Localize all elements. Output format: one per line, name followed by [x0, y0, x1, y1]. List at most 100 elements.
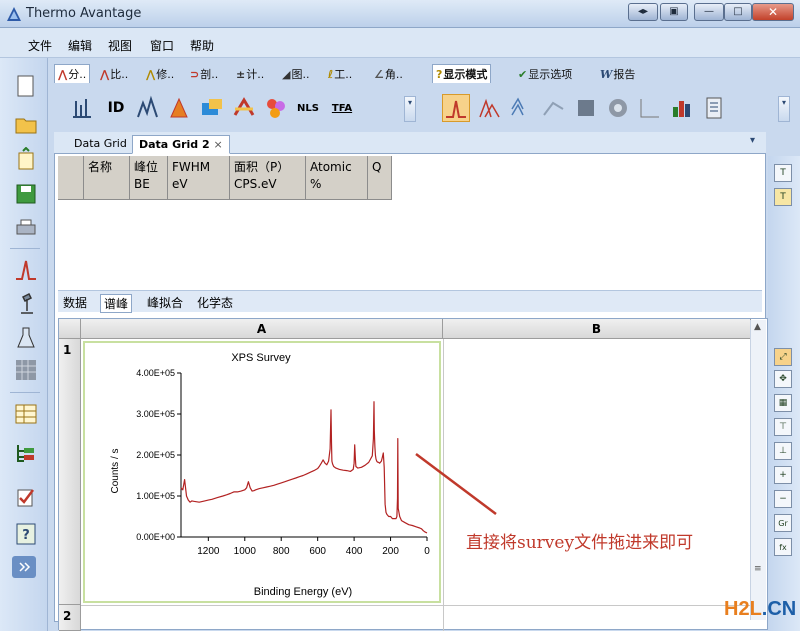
view-pie-button[interactable]: [604, 94, 632, 122]
grid-map-icon: [16, 360, 36, 380]
header-name[interactable]: 名称: [84, 156, 130, 200]
header-q[interactable]: Q: [368, 156, 392, 200]
peak-icon: [16, 260, 36, 280]
table-button[interactable]: [12, 400, 40, 428]
tab-display-options[interactable]: ✔显示选项: [518, 66, 572, 82]
tab-calc[interactable]: ±计..: [236, 66, 264, 82]
tree-button[interactable]: [12, 440, 40, 468]
view-map-button[interactable]: [572, 94, 600, 122]
insert-row-button[interactable]: ⊤: [774, 418, 792, 436]
nls-button[interactable]: NLS: [294, 94, 322, 122]
row-header-2[interactable]: 2: [59, 605, 81, 631]
function-button[interactable]: fx: [774, 538, 792, 556]
minimize-icon: —: [704, 6, 714, 17]
insert-column-button[interactable]: ⊥: [774, 442, 792, 460]
subtab-chem-state[interactable]: 化学态: [194, 294, 236, 311]
chart-cell-a1[interactable]: XPS Survey Counts / s Binding Energy (eV…: [83, 341, 441, 603]
check-button[interactable]: [12, 484, 40, 512]
formula-gr-icon: Gr: [778, 518, 788, 528]
column-header-b[interactable]: B: [443, 319, 751, 339]
open-button[interactable]: [12, 110, 40, 138]
resize-button[interactable]: ⤢: [774, 348, 792, 366]
printer-icon: [16, 219, 36, 235]
tab-data-grid[interactable]: Data Grid: [68, 135, 133, 154]
print-button[interactable]: [12, 214, 40, 242]
view-spectrum-button[interactable]: [442, 94, 470, 122]
flask-icon: [17, 327, 35, 348]
text-tool-button[interactable]: T: [774, 164, 792, 182]
tab-modify[interactable]: ⋀修..: [146, 66, 174, 82]
toolbar-overflow-button-2[interactable]: ▾: [778, 96, 790, 122]
tab-list-chevron-icon[interactable]: ▾: [750, 135, 755, 146]
view-overlay-button[interactable]: [476, 94, 504, 122]
overlay-button[interactable]: [230, 94, 258, 122]
tfa-button[interactable]: TFA: [328, 94, 356, 122]
view-bar-button[interactable]: [668, 94, 696, 122]
minimize-button[interactable]: —: [694, 3, 724, 21]
tab-analysis[interactable]: ⋀分..: [54, 64, 91, 83]
view-stack-button[interactable]: [508, 94, 536, 122]
fit-button[interactable]: [134, 94, 162, 122]
tab-compare[interactable]: ⋀比..: [100, 66, 128, 82]
element-button[interactable]: [262, 94, 290, 122]
chem-state-button[interactable]: [198, 94, 226, 122]
menu-file[interactable]: 文件: [28, 37, 52, 54]
window-frame-button[interactable]: ▣: [660, 3, 688, 21]
scroll-grip-icon[interactable]: ≡: [754, 564, 762, 574]
scroll-up-icon[interactable]: ▲: [754, 322, 761, 332]
peak-id-button[interactable]: ID: [102, 94, 130, 122]
menu-help[interactable]: 帮助: [190, 37, 214, 54]
map-button[interactable]: [12, 356, 40, 384]
expand-toolbar-button[interactable]: [12, 556, 36, 578]
tab-display-mode[interactable]: ?显示模式: [432, 64, 492, 83]
tab-report[interactable]: W报告: [600, 66, 635, 82]
grid-button[interactable]: ▦: [774, 394, 792, 412]
menu-view[interactable]: 视图: [108, 37, 132, 54]
view-report-button[interactable]: [700, 94, 728, 122]
menu-window[interactable]: 窗口: [150, 37, 174, 54]
restore-layout-button[interactable]: ◂▸: [628, 3, 658, 21]
maximize-button[interactable]: □: [724, 3, 752, 21]
add-row-button[interactable]: +: [774, 466, 792, 484]
id-label: ID: [107, 100, 125, 116]
header-peak-be[interactable]: 峰位 BE: [130, 156, 168, 200]
tab-data-grid-2[interactable]: Data Grid 2 ×: [132, 135, 230, 154]
flask-button[interactable]: [12, 324, 40, 352]
microscope-button[interactable]: [12, 290, 40, 318]
header-area[interactable]: 面积（P） CPS.eV: [230, 156, 306, 200]
subtab-peak-fit[interactable]: 峰拟合: [144, 294, 186, 311]
save-button[interactable]: [12, 180, 40, 208]
new-button[interactable]: [12, 72, 40, 100]
vertical-scrollbar[interactable]: ▲ ≡: [750, 320, 766, 620]
help-button[interactable]: ?: [12, 520, 40, 548]
import-button[interactable]: [12, 146, 40, 174]
tab-profile[interactable]: ⊃剖..: [190, 66, 218, 82]
close-tab-icon[interactable]: ×: [214, 138, 223, 151]
header-atomic[interactable]: Atomic%: [306, 156, 368, 200]
insert-row-icon: ⊤: [779, 422, 787, 432]
menu-edit[interactable]: 编辑: [68, 37, 92, 54]
tab-image[interactable]: ◢图..: [282, 66, 309, 82]
text-tool-button-2[interactable]: T: [774, 188, 792, 206]
remove-row-button[interactable]: −: [774, 490, 792, 508]
overlay-icon: [233, 97, 255, 116]
subtab-data[interactable]: 数据: [60, 294, 90, 311]
tab-angle[interactable]: ∠角..: [374, 66, 403, 82]
fit-all-button[interactable]: ✥: [774, 370, 792, 388]
column-header-a[interactable]: A: [81, 319, 443, 339]
close-button[interactable]: ✕: [752, 3, 794, 21]
header-fwhm[interactable]: FWHM eV: [168, 156, 230, 200]
text-t-icon: T: [780, 192, 786, 202]
toolbar-overflow-button[interactable]: ▾: [404, 96, 416, 122]
spectrum-button[interactable]: [12, 256, 40, 284]
row-header-1[interactable]: 1: [59, 339, 81, 605]
menu-bar: 文件 编辑 视图 窗口 帮助: [0, 28, 800, 58]
peak-table-button[interactable]: [68, 94, 96, 122]
view-axis-button[interactable]: [636, 94, 664, 122]
quantify-button[interactable]: [166, 94, 194, 122]
tab-tools[interactable]: ℓ工..: [328, 66, 352, 82]
formula-button[interactable]: Gr: [774, 514, 792, 532]
spectrum-line-icon: [446, 100, 466, 118]
subtab-peaks[interactable]: 谱峰: [100, 294, 133, 313]
view-3d-button[interactable]: [540, 94, 568, 122]
